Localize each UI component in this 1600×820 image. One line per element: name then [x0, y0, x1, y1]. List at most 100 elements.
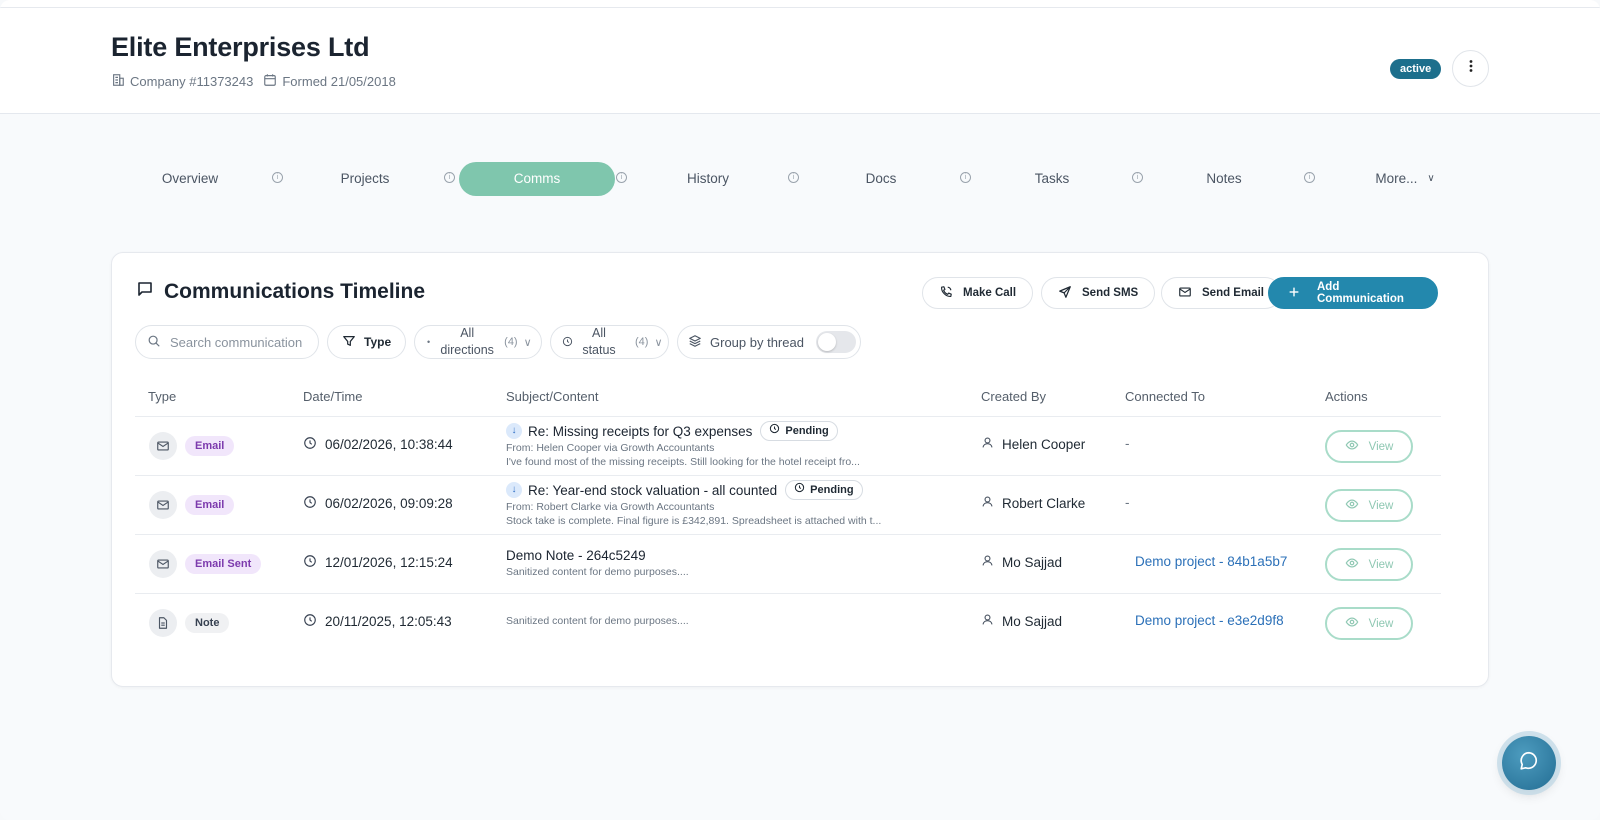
- column-header-datetime[interactable]: Date/Time: [303, 389, 362, 404]
- column-header-connected-to[interactable]: Connected To: [1125, 389, 1205, 404]
- search-input[interactable]: [170, 334, 320, 350]
- chevron-down-icon: ∨: [523, 336, 532, 349]
- view-label: View: [1368, 499, 1394, 512]
- column-header-actions[interactable]: Actions: [1325, 389, 1368, 404]
- created-by-text: Robert Clarke: [1002, 495, 1086, 511]
- datetime-text: 06/02/2026, 10:38:44: [325, 437, 453, 452]
- search-field[interactable]: [135, 325, 320, 359]
- tab-tasks[interactable]: Tasks: [1007, 162, 1097, 196]
- make-call-button[interactable]: Make Call: [922, 277, 1034, 309]
- table-row[interactable]: Email 06/02/2026, 09:09:28 ↓ Re: Year-en…: [135, 476, 1441, 535]
- tab-bar: Overview i Projects i Comms i History i …: [0, 162, 1600, 196]
- filter-icon: [342, 334, 356, 351]
- info-icon[interactable]: i: [444, 172, 455, 183]
- view-button[interactable]: View: [1325, 489, 1413, 522]
- status-line2: status: [582, 343, 616, 357]
- preview-text: Sanitized content for demo purposes....: [506, 615, 689, 627]
- preview-text: Sanitized content for demo purposes....: [506, 566, 689, 578]
- datetime: 06/02/2026, 10:38:44: [303, 436, 453, 453]
- column-header-subject[interactable]: Subject/Content: [506, 389, 599, 404]
- add-communication-button[interactable]: Add Communication: [1268, 277, 1438, 309]
- view-label: View: [1368, 440, 1394, 453]
- info-icon[interactable]: i: [616, 172, 627, 183]
- from-text: From: Robert Clarke via Growth Accountan…: [506, 501, 715, 513]
- directions-label: All directions: [436, 325, 498, 359]
- chat-button[interactable]: [1502, 736, 1556, 790]
- created-by-text: Mo Sajjad: [1002, 554, 1063, 570]
- message-square-icon: [136, 280, 154, 304]
- datetime: 12/01/2026, 12:15:24: [303, 554, 453, 571]
- clock-icon: [303, 554, 317, 571]
- directions-filter[interactable]: • All directions (4) ∨: [414, 325, 542, 359]
- tab-docs[interactable]: Docs: [836, 162, 926, 196]
- preview-text: Stock take is complete. Final figure is …: [506, 515, 882, 527]
- connected-to: -: [1125, 495, 1130, 510]
- company-name: Elite Enterprises Ltd: [111, 32, 370, 62]
- layers-icon: [688, 334, 702, 351]
- calendar-icon: [263, 73, 277, 90]
- tab-more[interactable]: More... ∨: [1355, 162, 1455, 196]
- send-sms-label: Send SMS: [1082, 287, 1139, 299]
- table-row[interactable]: Email 06/02/2026, 10:38:44 ↓ Re: Missing…: [135, 417, 1441, 476]
- info-icon[interactable]: i: [1304, 172, 1315, 183]
- chat-bubble-icon: [1518, 750, 1540, 777]
- subject-text: Re: Missing receipts for Q3 expenses: [528, 423, 753, 439]
- created-by-text: Helen Cooper: [1002, 436, 1086, 452]
- clock-icon: [303, 495, 317, 512]
- subject-content: ↓ Re: Missing receipts for Q3 expenses P…: [506, 421, 936, 468]
- table-row[interactable]: Email Sent 12/01/2026, 12:15:24 Demo Not…: [135, 535, 1441, 594]
- send-sms-button[interactable]: Send SMS: [1041, 277, 1156, 309]
- mail-icon: [149, 491, 177, 519]
- info-icon[interactable]: i: [788, 172, 799, 183]
- group-by-thread-toggle[interactable]: [815, 331, 856, 353]
- pending-badge: Pending: [785, 480, 863, 500]
- status-filter[interactable]: All status (4) ∨: [550, 325, 669, 359]
- info-icon[interactable]: i: [272, 172, 283, 183]
- column-header-created-by[interactable]: Created By: [981, 389, 1046, 404]
- view-button[interactable]: View: [1325, 548, 1413, 581]
- tab-overview[interactable]: Overview: [145, 162, 235, 196]
- status-badge: active: [1390, 59, 1442, 79]
- arrow-down-icon: ↓: [506, 482, 522, 498]
- company-formed-text: Formed 21/05/2018: [282, 74, 396, 89]
- tab-notes[interactable]: Notes: [1179, 162, 1269, 196]
- table-row[interactable]: Note 20/11/2025, 12:05:43 Sanitized cont…: [135, 594, 1441, 653]
- datetime-text: 12/01/2026, 12:15:24: [325, 555, 453, 570]
- search-icon: [147, 334, 161, 351]
- dot-icon: •: [427, 337, 431, 347]
- created-by: Mo Sajjad: [981, 613, 1062, 629]
- chevron-down-icon: ∨: [1427, 173, 1435, 185]
- tab-projects[interactable]: Projects: [320, 162, 410, 196]
- subject-content: Demo Note - 264c5249 Sanitized content f…: [506, 546, 936, 579]
- group-by-thread-control[interactable]: Group by thread: [677, 325, 861, 359]
- view-button[interactable]: View: [1325, 430, 1413, 463]
- type-badge: Email: [185, 436, 235, 456]
- type-filter-label: Type: [364, 335, 392, 349]
- type-filter-button[interactable]: Type: [327, 325, 406, 359]
- tab-comms[interactable]: Comms: [459, 162, 615, 196]
- tab-history[interactable]: History: [663, 162, 753, 196]
- company-formed: Formed 21/05/2018: [263, 73, 396, 90]
- connected-to-link[interactable]: Demo project - 84b1a5b7: [1135, 554, 1287, 569]
- created-by: Mo Sajjad: [981, 554, 1062, 570]
- phone-icon: [939, 285, 953, 302]
- pending-badge: Pending: [760, 421, 838, 441]
- clock-icon: [769, 422, 780, 440]
- column-header-type[interactable]: Type: [148, 389, 176, 404]
- send-icon: [1058, 285, 1072, 302]
- connected-to: -: [1125, 436, 1130, 451]
- pending-text: Pending: [785, 425, 829, 437]
- info-icon[interactable]: i: [1132, 172, 1143, 183]
- send-email-button[interactable]: Send Email: [1161, 277, 1281, 309]
- clock-icon: [794, 481, 805, 499]
- created-by: Helen Cooper: [981, 436, 1085, 452]
- more-options-button[interactable]: [1452, 50, 1489, 87]
- tab-more-label: More...: [1375, 171, 1418, 186]
- add-communication-label: Add Communication: [1317, 281, 1404, 305]
- info-icon[interactable]: i: [960, 172, 971, 183]
- view-label: View: [1368, 617, 1394, 630]
- preview-text: I've found most of the missing receipts.…: [506, 456, 860, 468]
- view-button[interactable]: View: [1325, 607, 1413, 640]
- connected-to-link[interactable]: Demo project - e3e2d9f8: [1135, 613, 1284, 628]
- user-icon: [981, 495, 994, 511]
